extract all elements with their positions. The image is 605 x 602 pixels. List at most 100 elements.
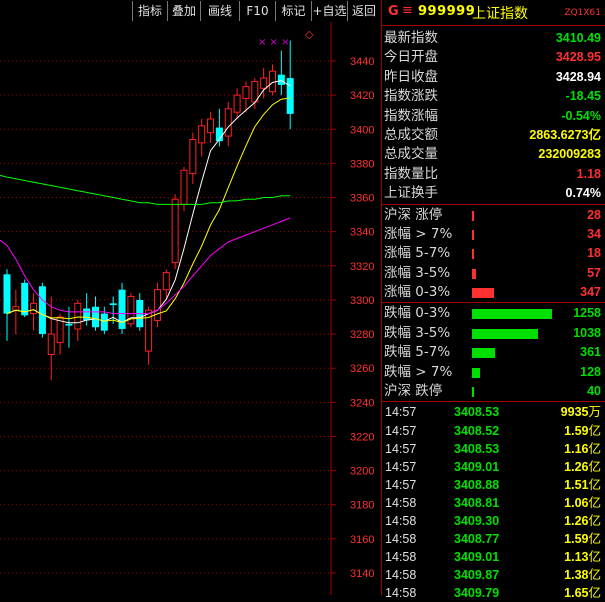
quote-label: 总成交额 bbox=[384, 126, 438, 143]
y-tick-label: 3280 bbox=[350, 329, 374, 341]
toolbar-button-4[interactable]: 标记 bbox=[275, 1, 311, 21]
toolbar-button-0[interactable]: 指标 bbox=[132, 1, 167, 21]
quote-value: 0.74% bbox=[565, 186, 601, 201]
distribution-label: 沪深 跌停 bbox=[384, 383, 443, 400]
tick-row: 14:58 3408.81 1.06亿 bbox=[382, 494, 605, 512]
quote-label: 指数涨幅 bbox=[384, 107, 438, 124]
tick-price: 3409.79 bbox=[454, 586, 500, 601]
tick-time: 14:57 bbox=[385, 441, 417, 456]
candle-body bbox=[83, 308, 91, 321]
quote-row: 最新指数 3410.49 bbox=[382, 29, 605, 48]
tick-price: 3408.88 bbox=[454, 477, 500, 492]
quote-value: -18.45 bbox=[565, 89, 601, 104]
tick-time: 14:57 bbox=[385, 423, 417, 438]
tick-price: 3409.01 bbox=[454, 550, 500, 565]
rise-distribution: 沪深 涨停 28 涨幅 > 7% 34 涨幅 5-7% 18 涨幅 3-5% 57 涨幅 0-3… bbox=[382, 205, 605, 303]
candle-body bbox=[47, 333, 55, 356]
y-tick-label: 3260 bbox=[350, 363, 374, 375]
tick-price: 3408.53 bbox=[454, 405, 500, 420]
quote-panel: G ≡ 999999 上证指数 ZQ1X61 最新指数 3410.49 今日开盘 34… bbox=[381, 0, 605, 600]
toolbar-button-2[interactable]: 画线 bbox=[200, 1, 239, 21]
tick-volume-unit: 亿 bbox=[588, 567, 601, 583]
distribution-row: 跌幅 > 7% 128 bbox=[382, 363, 605, 382]
chart-toolbar: 指标 叠加 画线 F10 标记 +自选 返回 bbox=[0, 0, 380, 22]
distribution-count: 57 bbox=[587, 265, 601, 280]
distribution-row: 跌幅 3-5% 1038 bbox=[382, 324, 605, 343]
fall-distribution: 跌幅 0-3% 1258 跌幅 3-5% 1038 跌幅 5-7% 361 跌幅 > 7% 1… bbox=[382, 303, 605, 401]
quote-label: 昨日收盘 bbox=[384, 68, 438, 85]
tick-row: 14:58 3409.01 1.13亿 bbox=[382, 548, 605, 566]
tick-volume-value: 1.59 bbox=[564, 423, 589, 438]
quote-row: 总成交量 232009283 bbox=[382, 145, 605, 164]
tick-volume-value: 1.51 bbox=[564, 477, 589, 492]
tick-row: 14:57 3408.53 9935万 bbox=[382, 403, 605, 421]
y-tick-label: 3220 bbox=[350, 431, 374, 443]
distribution-bar bbox=[472, 229, 474, 240]
quote-items: 最新指数 3410.49 今日开盘 3428.95 昨日收盘 3428.94 指数涨跌 -18… bbox=[382, 26, 605, 204]
tick-volume-unit: 亿 bbox=[588, 422, 601, 438]
toolbar-button-3[interactable]: F10 bbox=[239, 1, 275, 21]
distribution-row: 跌幅 5-7% 361 bbox=[382, 343, 605, 362]
quote-label: 指数涨跌 bbox=[384, 88, 438, 105]
distribution-bar bbox=[472, 367, 480, 378]
tick-volume-unit: 万 bbox=[588, 404, 601, 420]
distribution-row: 涨幅 > 7% 34 bbox=[382, 225, 605, 244]
distribution-row: 沪深 跌停 40 bbox=[382, 382, 605, 401]
distribution-count: 1038 bbox=[573, 325, 601, 340]
candle-body bbox=[38, 286, 46, 335]
tick-volume: 1.65亿 bbox=[564, 584, 601, 602]
y-tick-label: 3180 bbox=[350, 500, 374, 512]
candle-body bbox=[277, 74, 285, 85]
tick-volume-unit: 亿 bbox=[588, 549, 601, 565]
candle-body bbox=[233, 94, 241, 113]
tick-volume-value: 1.13 bbox=[564, 550, 589, 565]
distribution-count: 18 bbox=[587, 246, 601, 261]
distribution-bar bbox=[472, 210, 474, 221]
quote-label: 总成交量 bbox=[384, 146, 438, 163]
tick-volume-value: 1.06 bbox=[564, 495, 589, 510]
kline-chart[interactable]: 3440 3420 3400 3380 3360 3340 3320 3300 3280 3260… bbox=[0, 0, 380, 595]
g-icon[interactable]: G bbox=[388, 4, 399, 19]
menu-icon[interactable]: ≡ bbox=[402, 3, 413, 18]
tick-volume-value: 1.65 bbox=[564, 586, 589, 601]
tick-time: 14:58 bbox=[385, 532, 417, 547]
tick-list[interactable]: 14:57 3408.53 9935万 14:57 3408.52 1.59亿 14:57 3… bbox=[382, 402, 605, 602]
distribution-bar bbox=[472, 387, 474, 398]
tick-row: 14:58 3409.87 1.38亿 bbox=[382, 566, 605, 584]
tick-volume: 1.59亿 bbox=[564, 422, 601, 440]
candle-body bbox=[171, 198, 179, 263]
toolbar-button-1[interactable]: 叠加 bbox=[167, 1, 200, 21]
tick-time: 14:57 bbox=[385, 459, 417, 474]
distribution-label: 涨幅 > 7% bbox=[384, 225, 453, 242]
tick-volume-unit: 亿 bbox=[588, 531, 601, 547]
quote-value: 232009283 bbox=[538, 147, 601, 162]
signal-markers: × × × bbox=[258, 37, 290, 48]
candle-body bbox=[180, 169, 188, 205]
y-tick-label: 3240 bbox=[350, 397, 374, 409]
quote-value: 3410.49 bbox=[555, 31, 601, 45]
quote-row: 昨日收盘 3428.94 bbox=[382, 68, 605, 87]
candle-body bbox=[92, 306, 99, 328]
tick-time: 14:58 bbox=[385, 513, 417, 528]
ma10-line bbox=[6, 97, 291, 324]
tick-volume: 1.51亿 bbox=[564, 476, 601, 494]
candle-body bbox=[269, 70, 276, 93]
candle-body bbox=[12, 306, 20, 311]
candle-body bbox=[65, 323, 73, 326]
distribution-bar bbox=[472, 249, 474, 260]
toolbar-button-6[interactable]: 返回 bbox=[347, 1, 380, 21]
candle-body bbox=[153, 289, 161, 321]
distribution-bar bbox=[472, 348, 496, 359]
tick-row: 14:58 3409.30 1.26亿 bbox=[382, 512, 605, 530]
tick-volume: 1.38亿 bbox=[564, 566, 601, 584]
tick-time: 14:58 bbox=[385, 568, 417, 583]
distribution-count: 40 bbox=[587, 384, 601, 399]
y-tick-label: 3340 bbox=[350, 227, 374, 239]
quote-row: 今日开盘 3428.95 bbox=[382, 48, 605, 67]
distribution-count: 28 bbox=[587, 207, 601, 222]
toolbar-button-5[interactable]: +自选 bbox=[311, 1, 347, 21]
tick-volume-unit: 亿 bbox=[588, 494, 601, 510]
tick-row: 14:57 3408.88 1.51亿 bbox=[382, 476, 605, 494]
kline-chart-area[interactable]: 3440 3420 3400 3380 3360 3340 3320 3300 3280 3260… bbox=[0, 0, 380, 595]
tick-volume: 1.59亿 bbox=[564, 530, 601, 548]
